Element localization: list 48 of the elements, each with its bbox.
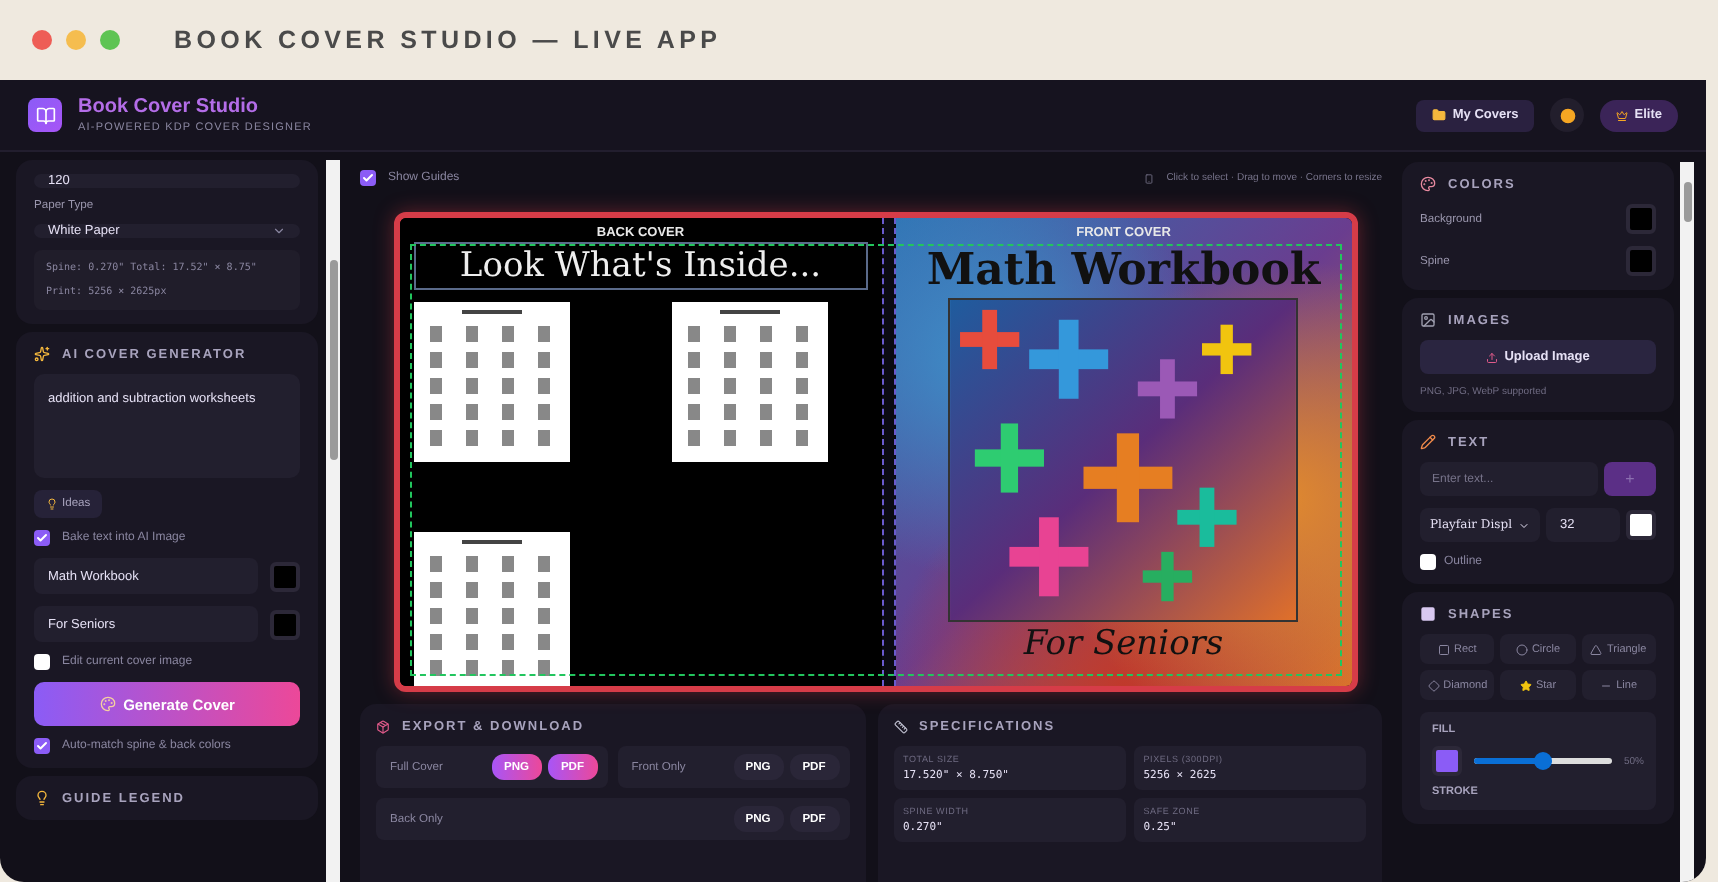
lightbulb-icon <box>34 790 50 806</box>
sparkles-icon <box>34 346 50 362</box>
checkbox[interactable] <box>1420 554 1436 570</box>
crown-icon <box>1616 109 1629 121</box>
sun-icon <box>1559 107 1576 123</box>
front-cover-subtitle[interactable]: For Seniors <box>1023 624 1224 664</box>
color-swatch[interactable] <box>1432 746 1462 776</box>
chevron-down-icon <box>272 224 287 238</box>
window-title: BOOK COVER STUDIO — LIVE APP <box>174 26 722 54</box>
lightbulb-icon <box>46 498 58 510</box>
theme-toggle[interactable] <box>1550 98 1585 132</box>
pencil-icon <box>1420 434 1436 450</box>
color-swatch[interactable] <box>1626 204 1656 234</box>
front-cover-title[interactable]: Math Workbook <box>926 242 1321 298</box>
app-title: Book Cover Studio <box>78 96 261 118</box>
opacity-slider[interactable] <box>1474 758 1612 764</box>
diamond-icon <box>1427 679 1440 691</box>
color-swatch[interactable] <box>270 609 301 639</box>
chevron-down-icon <box>1517 519 1530 531</box>
triangle-icon <box>1590 643 1603 655</box>
color-swatch[interactable] <box>1626 510 1656 540</box>
square-icon <box>1420 606 1436 622</box>
slider-thumb[interactable] <box>1534 752 1553 770</box>
upload-icon <box>1486 351 1499 363</box>
maximize-dot[interactable] <box>100 30 120 50</box>
minimize-dot[interactable] <box>66 30 86 50</box>
image-icon <box>1420 312 1436 328</box>
checkbox[interactable] <box>34 738 50 754</box>
line-icon <box>1600 679 1613 691</box>
star-icon <box>1519 679 1532 691</box>
close-dot[interactable] <box>32 30 52 50</box>
phone-icon <box>1144 173 1155 183</box>
palette-icon <box>1420 176 1436 192</box>
checkbox[interactable] <box>34 654 50 670</box>
back-cover-heading[interactable]: Look What's Inside... <box>413 242 868 290</box>
scrollbar[interactable] <box>1680 162 1694 882</box>
palette-icon <box>99 696 116 712</box>
checkbox[interactable] <box>34 530 50 546</box>
ruler-icon <box>893 720 907 734</box>
package-icon <box>376 720 390 734</box>
folder-icon <box>1432 108 1447 122</box>
color-swatch[interactable] <box>1626 246 1656 276</box>
square-icon <box>1438 643 1450 655</box>
book-logo-icon <box>28 98 62 132</box>
circle-icon <box>1515 643 1528 655</box>
checkbox[interactable] <box>360 170 376 186</box>
color-swatch[interactable] <box>270 561 301 591</box>
scrollbar[interactable] <box>326 160 340 882</box>
